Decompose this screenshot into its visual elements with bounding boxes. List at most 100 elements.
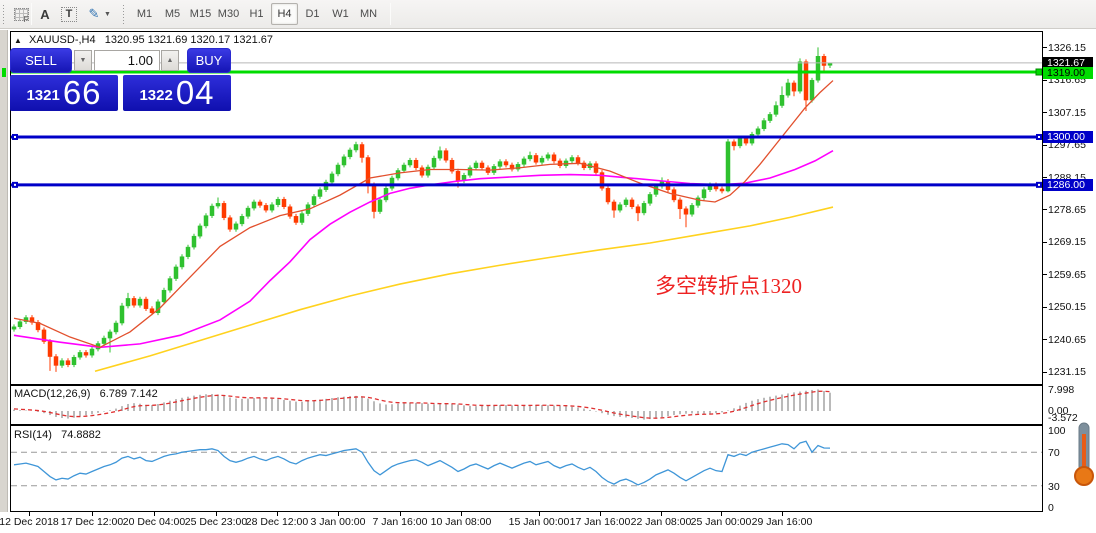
volume-input[interactable]: 1.00	[94, 50, 160, 71]
sell-price-big: 66	[62, 74, 102, 111]
candle	[227, 217, 233, 230]
timeframe-button-w1[interactable]: W1	[327, 3, 354, 25]
macd-label: MACD(12,26,9) 6.789 7.142	[14, 388, 158, 400]
label-tool-icon[interactable]: T	[58, 3, 80, 25]
sell-price-small: 1321	[26, 87, 60, 104]
candle	[233, 223, 239, 230]
timeframe-button-m30[interactable]: M30	[215, 3, 242, 25]
candle	[287, 206, 293, 217]
timeframe-button-m5[interactable]: M5	[159, 3, 186, 25]
price-tick-mark	[1042, 274, 1047, 276]
candle	[743, 138, 749, 144]
candle	[215, 203, 221, 207]
candle	[809, 79, 815, 101]
time-tick-label: 28 Dec 12:00	[245, 516, 309, 528]
time-tick-label: 12 Dec 2018	[0, 516, 59, 528]
chart-top-border	[10, 31, 1042, 32]
candle	[803, 61, 809, 101]
candle	[251, 201, 257, 209]
candle	[209, 205, 215, 216]
candle	[311, 196, 317, 205]
candle	[641, 203, 647, 214]
candle	[719, 188, 725, 192]
text-tool-icon[interactable]: A	[36, 3, 54, 25]
candle	[407, 159, 413, 166]
buy-button[interactable]: BUY	[187, 48, 231, 73]
toolbar-drag-handle-2[interactable]	[122, 4, 126, 25]
timeframe-button-m15[interactable]: M15	[187, 3, 214, 25]
macd-pane-divider[interactable]	[10, 384, 1043, 386]
candle	[395, 170, 401, 179]
rsi-scale-label: 70	[1048, 447, 1060, 459]
candle	[149, 308, 155, 314]
price-tick-mark	[1042, 209, 1047, 211]
buy-price-display[interactable]: 1322 04	[123, 75, 231, 111]
rsi-scale-label: 30	[1048, 481, 1060, 493]
symbol-label: XAUUSD-,H4	[28, 34, 96, 46]
macd-scale-label: 7.998	[1048, 384, 1075, 396]
candle	[221, 203, 227, 218]
candle	[431, 157, 437, 168]
candle	[257, 201, 263, 206]
candle	[101, 337, 107, 344]
toolbar-drag-handle[interactable]	[2, 4, 6, 25]
candle	[269, 204, 275, 211]
candle	[497, 161, 503, 167]
blue-level-badge-1300: 1300.00	[1043, 131, 1093, 143]
green-line-left-anchor[interactable]	[2, 68, 6, 77]
candle	[191, 235, 197, 248]
candle	[131, 298, 137, 306]
timeframe-button-d1[interactable]: D1	[299, 3, 326, 25]
sell-button[interactable]: SELL	[10, 48, 72, 73]
candle	[113, 322, 119, 333]
timeframe-button-mn[interactable]: MN	[355, 3, 382, 25]
candle	[71, 356, 77, 366]
candle	[161, 289, 167, 303]
price-tick-label: 1269.15	[1048, 236, 1086, 249]
candle	[335, 164, 341, 175]
candle	[347, 149, 353, 158]
timeframe-button-h4[interactable]: H4	[271, 3, 298, 25]
candle	[245, 207, 251, 217]
triangle-up-icon: ▲	[14, 36, 22, 45]
volume-increase-button[interactable]: ▲	[161, 50, 179, 71]
thermometer-icon	[1074, 422, 1094, 486]
candle	[575, 157, 581, 164]
candle	[767, 114, 773, 121]
price-tick-label: 1278.65	[1048, 203, 1086, 216]
candle	[353, 144, 359, 151]
candle	[467, 167, 473, 176]
candle	[797, 61, 803, 92]
price-tick-label: 1240.65	[1048, 333, 1086, 346]
rsi-pane-divider[interactable]	[10, 424, 1043, 426]
candle	[647, 194, 653, 204]
sell-price-display[interactable]: 1321 66	[10, 75, 118, 111]
price-tick-mark	[1042, 339, 1047, 341]
time-tick-label: 29 Jan 16:00	[751, 516, 813, 528]
rsi-scale-label: 0	[1048, 502, 1054, 514]
candle	[329, 173, 335, 183]
candle	[527, 155, 533, 160]
timeframe-button-h1[interactable]: H1	[243, 3, 270, 25]
candle	[371, 184, 377, 212]
volume-decrease-button[interactable]: ▼	[74, 50, 92, 71]
time-tick-label: 3 Jan 00:00	[310, 516, 366, 528]
candle	[623, 199, 629, 205]
candle	[437, 150, 443, 159]
indicator-grid-icon[interactable]: F	[9, 3, 33, 25]
draw-styles-icon[interactable]: ✎	[84, 3, 104, 25]
candle	[173, 266, 179, 279]
candle	[521, 158, 527, 165]
chevron-down-icon[interactable]: ▼	[104, 11, 111, 18]
candle	[185, 246, 191, 257]
price-tick-mark	[1042, 241, 1047, 243]
grid-f-label: F	[23, 14, 29, 24]
candle	[299, 213, 305, 223]
candle	[605, 188, 611, 203]
candle	[197, 225, 203, 237]
time-axis-border[interactable]	[10, 511, 1043, 512]
chart-annotation-text: 多空转折点1320	[655, 274, 802, 298]
price-axis-border[interactable]	[1042, 31, 1043, 512]
timeframe-button-m1[interactable]: M1	[131, 3, 158, 25]
macd-title: MACD(12,26,9)	[14, 388, 91, 400]
